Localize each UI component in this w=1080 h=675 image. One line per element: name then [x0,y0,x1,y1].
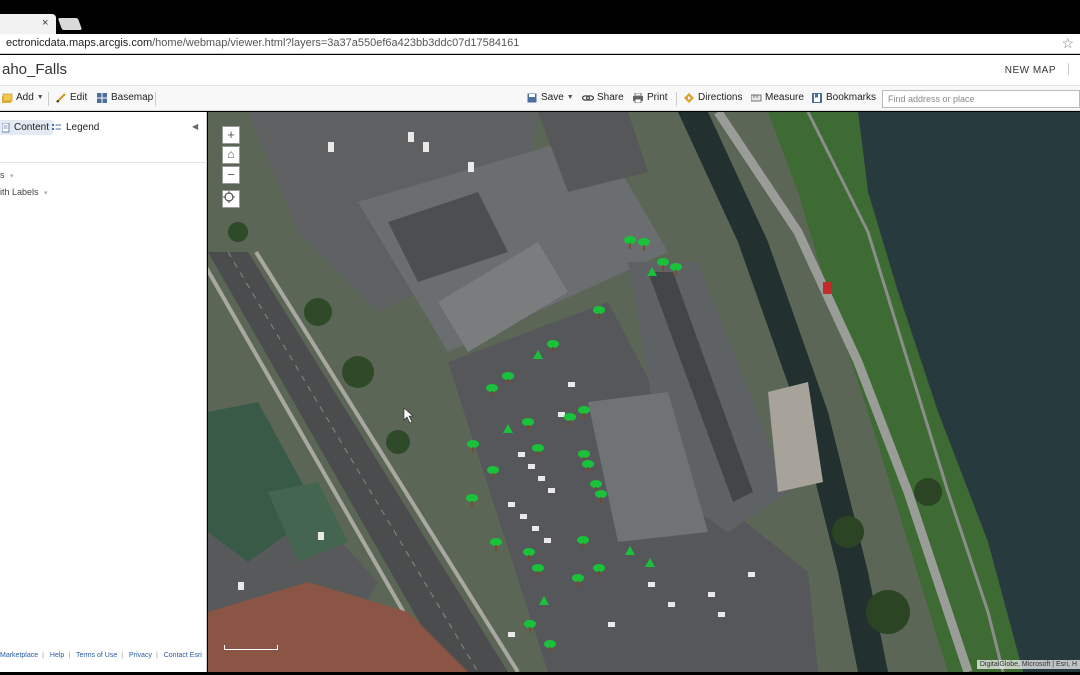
scale-bar [224,645,278,650]
measure-label: Measure [765,92,804,103]
layer-name: s [0,170,5,180]
layer-name: ith Labels [0,187,39,197]
footer-separator: | [42,652,44,659]
browser-tab[interactable]: × [0,14,56,34]
edit-button[interactable]: Edit [56,92,87,103]
panel-divider [0,162,207,163]
map-toolbar: Add ▼ Edit Basemap Save ▼ Share Print Di… [0,85,1080,111]
basemap-button[interactable]: Basemap [97,92,153,103]
zoom-in-button[interactable]: + [222,126,240,144]
footer-separator: | [121,652,124,659]
print-label: Print [647,92,668,103]
url-path: /home/webmap/viewer.html?layers=3a37a550… [152,37,520,49]
add-caret-icon: ▼ [36,94,44,101]
map-attribution: DigitalGlobe, Microsoft | Esri, H [976,660,1080,669]
bookmark-book-icon [812,92,822,103]
zoom-out-button[interactable]: − [222,166,240,184]
bookmarks-button[interactable]: Bookmarks [812,92,876,103]
browser-tabstrip: × [0,14,1080,34]
tab-content[interactable]: Content [0,120,54,135]
map-title: aho_Falls [2,61,68,78]
directions-diamond-icon [684,92,694,103]
edit-label: Edit [70,92,88,103]
tree-canopy [228,222,248,242]
moving-car [823,282,831,294]
footer-link-terms[interactable]: Terms of Use [76,652,117,659]
layer-row[interactable]: s ▾ [0,170,14,180]
new-map-button[interactable]: NEW MAP [1005,65,1056,76]
ruler-icon [751,94,762,101]
footer-link-privacy[interactable]: Privacy [129,652,152,659]
panel-footer: Marketplace | Help | Terms of Use | Privacy… [0,652,206,659]
tree-canopy [342,356,374,388]
collapse-panel-icon[interactable]: ◀ [192,122,198,131]
tab-legend[interactable]: Legend [48,120,103,135]
layer-caret-icon[interactable]: ▾ [10,173,14,180]
print-button[interactable]: Print [633,92,668,103]
satellite-imagery [208,112,1080,672]
toolbar-divider [48,92,49,106]
address-bar[interactable]: ectronicdata.maps.arcgis.com/home/webmap… [0,34,1080,54]
footer-link-contact[interactable]: Contact Esri [164,652,202,659]
url-host: ectronicdata.maps.arcgis.com [6,37,153,49]
printer-icon [633,92,643,103]
toolbar-divider [676,92,677,106]
tree-canopy [386,430,410,454]
directions-button[interactable]: Directions [684,92,742,103]
pencil-icon [56,92,66,103]
footer-link-help[interactable]: Help [50,652,64,659]
layer-row[interactable]: ith Labels ▾ [0,187,48,197]
bookmarks-label: Bookmarks [826,92,877,103]
add-layer-icon [2,93,13,103]
add-button[interactable]: Add ▼ [2,92,44,103]
url-text[interactable]: ectronicdata.maps.arcgis.com/home/webmap… [6,37,519,49]
new-tab-button[interactable] [57,18,83,30]
tab-content-label: Content [14,122,50,133]
map-view[interactable]: + ⌂ − DigitalGlobe, Microsoft | Esri, H [208,112,1080,672]
header-edge-icon [1068,63,1078,75]
content-panel: Content Legend ◀ s ▾ ith Labels ▾ Market… [0,112,207,672]
tree-canopy [866,590,910,634]
tab-legend-label: Legend [66,122,100,133]
bookmark-star-icon[interactable]: ☆ [1061,35,1074,52]
footer-separator: | [155,652,158,659]
search-input[interactable]: Find address or place [882,90,1080,108]
screen-frame: × ectronicdata.maps.arcgis.com/home/webm… [0,0,1080,675]
tree-canopy [304,298,332,326]
save-label: Save [541,92,564,103]
home-icon[interactable]: ⌂ [222,146,240,164]
tree-canopy [832,516,864,548]
share-link-icon [582,94,594,101]
basemap-label: Basemap [111,92,154,103]
toolbar-divider [155,92,156,106]
content-page-icon [2,122,10,132]
save-caret-icon: ▼ [566,94,574,101]
locate-crosshair-icon [223,191,235,203]
save-button[interactable]: Save ▼ [527,92,574,103]
locate-button[interactable] [222,190,240,208]
add-label: Add [16,92,34,103]
measure-button[interactable]: Measure [751,92,804,103]
footer-separator: | [68,652,71,659]
tab-close-icon[interactable]: × [42,17,48,29]
basemap-grid-icon [97,92,107,103]
share-label: Share [597,92,624,103]
save-disk-icon [527,93,537,102]
footer-link-marketplace[interactable]: Marketplace [0,652,38,659]
directions-label: Directions [698,92,743,103]
tree-canopy [914,478,942,506]
layer-caret-icon[interactable]: ▾ [44,190,48,197]
legend-list-icon [52,123,61,130]
app-header: aho_Falls NEW MAP [0,55,1080,85]
share-button[interactable]: Share [582,92,624,103]
